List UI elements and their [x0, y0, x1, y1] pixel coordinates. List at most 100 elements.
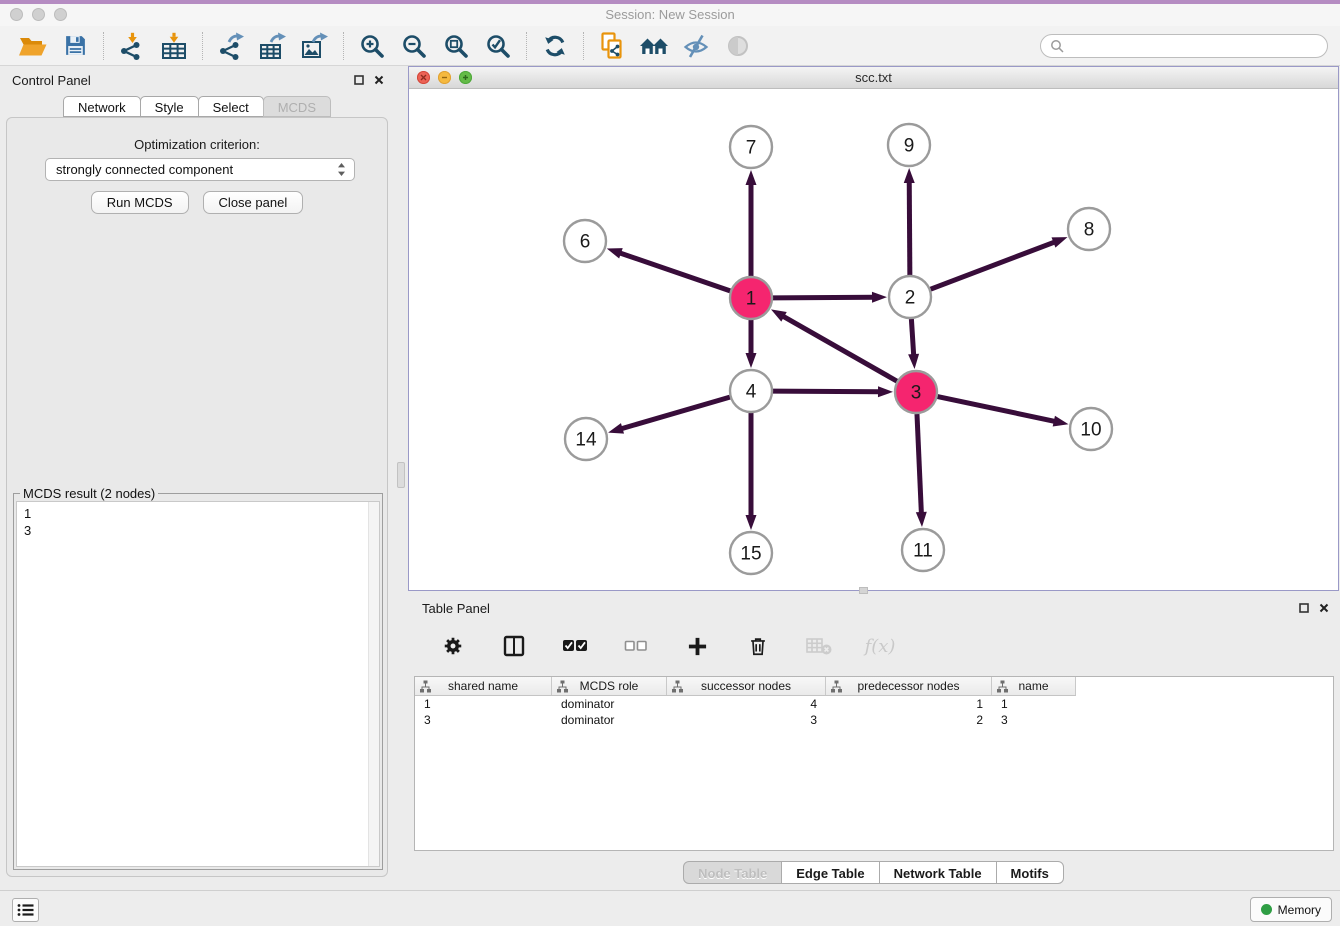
deselect-all-button[interactable] [615, 629, 657, 663]
cell-shared-name[interactable]: 3 [415, 712, 552, 728]
task-history-button[interactable] [12, 898, 39, 922]
graph-node-10[interactable]: 10 [1070, 408, 1112, 450]
network-resize-grip[interactable] [859, 587, 868, 594]
close-panel-button[interactable]: Close panel [203, 191, 304, 214]
graph-edge-4-14[interactable] [608, 397, 730, 434]
table-panel-float-button[interactable] [1298, 602, 1310, 614]
delete-column-button[interactable] [737, 629, 779, 663]
graph-node-7[interactable]: 7 [730, 126, 772, 168]
open-file-button[interactable] [12, 29, 54, 63]
graph-edge-3-1[interactable] [771, 309, 897, 381]
cell-name[interactable]: 3 [992, 712, 1076, 728]
window-close-button[interactable] [10, 8, 23, 21]
network-maximize-button[interactable] [459, 71, 472, 84]
window-minimize-button[interactable] [32, 8, 45, 21]
import-table-button[interactable] [153, 29, 195, 63]
zoom-in-button[interactable] [351, 29, 393, 63]
network-minimize-button[interactable] [438, 71, 451, 84]
tab-edge-table[interactable]: Edge Table [781, 861, 879, 884]
table-row[interactable]: 3dominator323 [415, 712, 1333, 728]
delete-table-button[interactable] [798, 629, 840, 663]
window-zoom-button[interactable] [54, 8, 67, 21]
network-close-button[interactable] [417, 71, 430, 84]
search-box[interactable] [1040, 34, 1328, 58]
first-neighbors-button[interactable] [633, 29, 675, 63]
tab-select[interactable]: Select [198, 96, 264, 117]
show-columns-button[interactable] [493, 629, 535, 663]
column-header-predecessor-nodes[interactable]: predecessor nodes [826, 677, 992, 695]
tab-network[interactable]: Network [63, 96, 141, 117]
tab-network-table[interactable]: Network Table [879, 861, 997, 884]
graph-edge-1-4[interactable] [746, 320, 757, 368]
graph-node-15[interactable]: 15 [730, 532, 772, 574]
graph-edge-4-3[interactable] [773, 386, 893, 397]
cell-successor-nodes[interactable]: 3 [667, 712, 826, 728]
cell-mcds-role[interactable]: dominator [552, 696, 667, 712]
function-builder-button[interactable]: f(x) [859, 629, 901, 663]
select-all-button[interactable] [554, 629, 596, 663]
tab-style[interactable]: Style [140, 96, 199, 117]
optimization-criterion-label: Optimization criterion: [7, 137, 387, 152]
tab-mcds[interactable]: MCDS [263, 96, 331, 117]
result-scrollbar[interactable] [368, 502, 379, 866]
zoom-selected-button[interactable] [477, 29, 519, 63]
export-network-button[interactable] [210, 29, 252, 63]
control-panel-close-button[interactable] [373, 74, 385, 86]
graph-edge-1-7[interactable] [746, 170, 757, 276]
graph-node-6[interactable]: 6 [564, 220, 606, 262]
graph-node-8[interactable]: 8 [1068, 208, 1110, 250]
cell-predecessor-nodes[interactable]: 1 [826, 696, 992, 712]
export-image-button[interactable] [294, 29, 336, 63]
clone-network-button[interactable] [591, 29, 633, 63]
graph-node-1[interactable]: 1 [730, 277, 772, 319]
zoom-out-button[interactable] [393, 29, 435, 63]
memory-button[interactable]: Memory [1250, 897, 1332, 922]
graph-edge-2-9[interactable] [904, 168, 915, 275]
refresh-button[interactable] [534, 29, 576, 63]
graph-node-14[interactable]: 14 [565, 418, 607, 460]
network-window-title: scc.txt [409, 67, 1338, 88]
mcds-result-text[interactable]: 1 3 [16, 501, 380, 867]
graph-node-2[interactable]: 2 [889, 276, 931, 318]
export-table-button[interactable] [252, 29, 294, 63]
zoom-fit-button[interactable] [435, 29, 477, 63]
graph-edge-2-8[interactable] [931, 237, 1068, 289]
hide-selected-button[interactable] [675, 29, 717, 63]
graph-node-3[interactable]: 3 [895, 371, 937, 413]
graph-edge-1-6[interactable] [607, 248, 730, 291]
search-input[interactable] [1069, 38, 1318, 53]
cell-mcds-role[interactable]: dominator [552, 712, 667, 728]
graph-node-9[interactable]: 9 [888, 124, 930, 166]
add-column-button[interactable] [676, 629, 718, 663]
column-header-name[interactable]: name [992, 677, 1076, 695]
zoom-fit-icon [443, 33, 469, 59]
show-all-button[interactable] [717, 29, 759, 63]
tab-node-table[interactable]: Node Table [683, 861, 782, 884]
table-row[interactable]: 1dominator411 [415, 696, 1333, 712]
cell-predecessor-nodes[interactable]: 2 [826, 712, 992, 728]
tab-motifs[interactable]: Motifs [996, 861, 1064, 884]
cell-shared-name[interactable]: 1 [415, 696, 552, 712]
cell-successor-nodes[interactable]: 4 [667, 696, 826, 712]
network-window-titlebar[interactable]: scc.txt [409, 67, 1338, 89]
table-panel-close-button[interactable] [1318, 602, 1330, 614]
graph-edge-3-10[interactable] [938, 397, 1069, 427]
column-header-mcds-role[interactable]: MCDS role [552, 677, 667, 695]
control-panel-float-button[interactable] [353, 74, 365, 86]
graph-edge-1-2[interactable] [773, 292, 887, 303]
column-header-successor-nodes[interactable]: successor nodes [667, 677, 826, 695]
network-graph[interactable]: 7 9 6 8 1 2 4 3 14 10 15 11 [409, 89, 1338, 590]
graph-edge-2-3[interactable] [908, 319, 919, 369]
cell-name[interactable]: 1 [992, 696, 1076, 712]
vertical-splitter[interactable] [395, 66, 408, 890]
graph-edge-4-15[interactable] [746, 413, 757, 530]
save-session-button[interactable] [54, 29, 96, 63]
criterion-dropdown[interactable]: strongly connected component [45, 158, 355, 181]
table-settings-button[interactable] [432, 629, 474, 663]
import-network-button[interactable] [111, 29, 153, 63]
column-header-shared-name[interactable]: shared name [415, 677, 552, 695]
graph-node-11[interactable]: 11 [902, 529, 944, 571]
run-mcds-button[interactable]: Run MCDS [91, 191, 189, 214]
graph-node-4[interactable]: 4 [730, 370, 772, 412]
graph-edge-3-11[interactable] [916, 414, 927, 527]
